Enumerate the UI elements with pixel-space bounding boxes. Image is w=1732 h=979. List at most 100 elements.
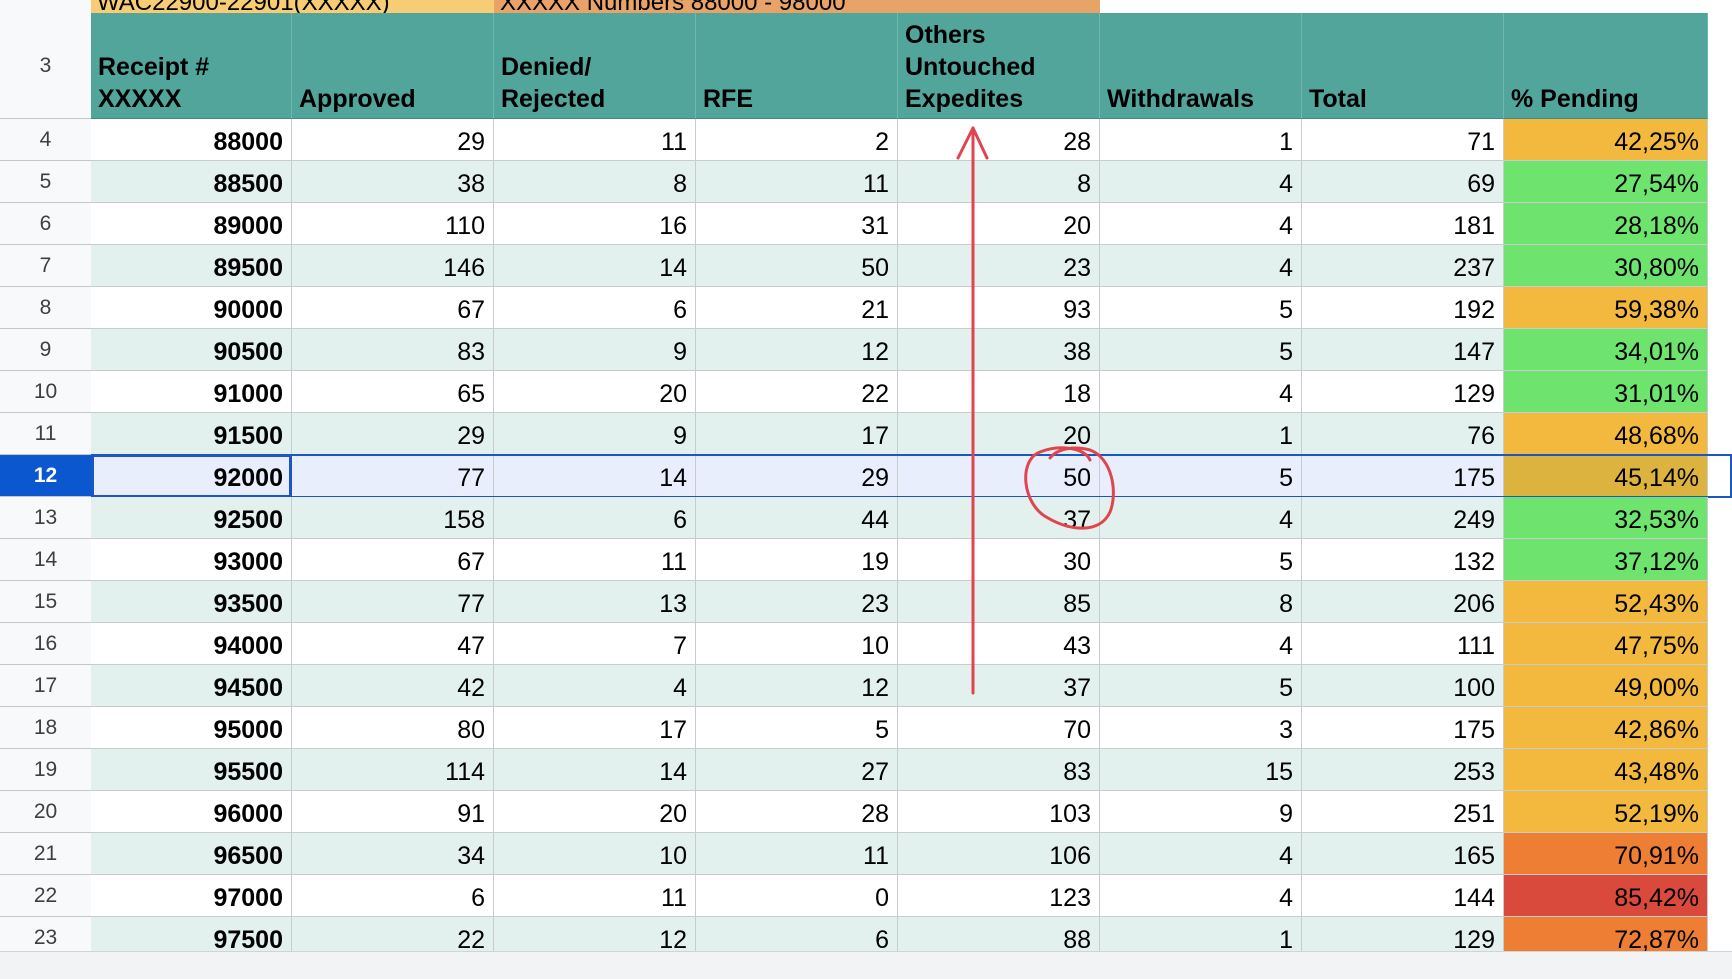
denied-cell[interactable]: 9	[494, 329, 696, 371]
header-pending[interactable]: % Pending	[1504, 13, 1708, 119]
withdrawals-cell[interactable]: 5	[1100, 329, 1302, 371]
receipt-cell[interactable]: 94500	[91, 665, 292, 707]
rfe-cell[interactable]: 19	[696, 539, 898, 581]
denied-cell[interactable]: 10	[494, 833, 696, 875]
withdrawals-cell[interactable]: 1	[1100, 413, 1302, 455]
row-number[interactable]: 3	[0, 13, 91, 119]
denied-cell[interactable]: 20	[494, 791, 696, 833]
pending-cell[interactable]: 42,86%	[1504, 707, 1708, 749]
others-cell[interactable]: 83	[898, 749, 1100, 791]
total-cell[interactable]: 129	[1302, 371, 1504, 413]
others-cell[interactable]: 70	[898, 707, 1100, 749]
receipt-cell[interactable]: 93500	[91, 581, 292, 623]
receipt-cell[interactable]: 95500	[91, 749, 292, 791]
withdrawals-cell[interactable]: 4	[1100, 203, 1302, 245]
total-cell[interactable]: 111	[1302, 623, 1504, 665]
rfe-cell[interactable]: 5	[696, 707, 898, 749]
row-number[interactable]: 14	[0, 539, 91, 581]
denied-cell[interactable]: 9	[494, 413, 696, 455]
pending-cell[interactable]: 42,25%	[1504, 119, 1708, 161]
approved-cell[interactable]: 77	[292, 455, 494, 497]
pending-cell[interactable]: 27,54%	[1504, 161, 1708, 203]
row-number[interactable]: 10	[0, 371, 91, 413]
approved-cell[interactable]: 77	[292, 581, 494, 623]
receipt-cell[interactable]: 91000	[91, 371, 292, 413]
total-cell[interactable]: 175	[1302, 707, 1504, 749]
approved-cell[interactable]: 34	[292, 833, 494, 875]
total-cell[interactable]: 192	[1302, 287, 1504, 329]
rfe-cell[interactable]: 23	[696, 581, 898, 623]
approved-cell[interactable]: 29	[292, 119, 494, 161]
row-number[interactable]: 8	[0, 287, 91, 329]
row-number[interactable]: 16	[0, 623, 91, 665]
pending-cell[interactable]: 37,12%	[1504, 539, 1708, 581]
others-cell[interactable]: 50	[898, 455, 1100, 497]
rfe-cell[interactable]: 44	[696, 497, 898, 539]
others-cell[interactable]: 20	[898, 413, 1100, 455]
total-cell[interactable]: 71	[1302, 119, 1504, 161]
approved-cell[interactable]: 83	[292, 329, 494, 371]
pending-cell[interactable]: 47,75%	[1504, 623, 1708, 665]
withdrawals-cell[interactable]: 9	[1100, 791, 1302, 833]
rfe-cell[interactable]: 29	[696, 455, 898, 497]
denied-cell[interactable]: 20	[494, 371, 696, 413]
denied-cell[interactable]: 14	[494, 455, 696, 497]
withdrawals-cell[interactable]: 5	[1100, 539, 1302, 581]
rfe-cell[interactable]: 11	[696, 161, 898, 203]
receipt-cell[interactable]: 91500	[91, 413, 292, 455]
denied-cell[interactable]: 13	[494, 581, 696, 623]
receipt-cell[interactable]: 89000	[91, 203, 292, 245]
receipt-cell[interactable]: 97000	[91, 875, 292, 917]
withdrawals-cell[interactable]: 4	[1100, 161, 1302, 203]
withdrawals-cell[interactable]: 8	[1100, 581, 1302, 623]
pending-cell[interactable]: 30,80%	[1504, 245, 1708, 287]
pending-cell[interactable]: 52,19%	[1504, 791, 1708, 833]
receipt-cell[interactable]: 95000	[91, 707, 292, 749]
approved-cell[interactable]: 67	[292, 287, 494, 329]
withdrawals-cell[interactable]: 4	[1100, 245, 1302, 287]
withdrawals-cell[interactable]: 4	[1100, 497, 1302, 539]
denied-cell[interactable]: 14	[494, 749, 696, 791]
others-cell[interactable]: 18	[898, 371, 1100, 413]
others-cell[interactable]: 93	[898, 287, 1100, 329]
header-rfe[interactable]: RFE	[696, 13, 898, 119]
others-cell[interactable]: 8	[898, 161, 1100, 203]
approved-cell[interactable]: 80	[292, 707, 494, 749]
header-withdrawals[interactable]: Withdrawals	[1100, 13, 1302, 119]
denied-cell[interactable]: 11	[494, 119, 696, 161]
row-number[interactable]: 5	[0, 161, 91, 203]
rfe-cell[interactable]: 50	[696, 245, 898, 287]
row-number[interactable]: 6	[0, 203, 91, 245]
others-cell[interactable]: 43	[898, 623, 1100, 665]
withdrawals-cell[interactable]: 5	[1100, 287, 1302, 329]
total-cell[interactable]: 251	[1302, 791, 1504, 833]
total-cell[interactable]: 253	[1302, 749, 1504, 791]
receipt-cell[interactable]: 96000	[91, 791, 292, 833]
denied-cell[interactable]: 6	[494, 497, 696, 539]
withdrawals-cell[interactable]: 1	[1100, 119, 1302, 161]
receipt-cell[interactable]: 90500	[91, 329, 292, 371]
others-cell[interactable]: 123	[898, 875, 1100, 917]
pending-cell[interactable]: 43,48%	[1504, 749, 1708, 791]
receipt-cell[interactable]: 92500	[91, 497, 292, 539]
denied-cell[interactable]: 7	[494, 623, 696, 665]
total-cell[interactable]: 181	[1302, 203, 1504, 245]
withdrawals-cell[interactable]: 4	[1100, 833, 1302, 875]
total-cell[interactable]: 100	[1302, 665, 1504, 707]
pending-cell[interactable]: 45,14%	[1504, 455, 1708, 497]
total-cell[interactable]: 249	[1302, 497, 1504, 539]
rfe-cell[interactable]: 11	[696, 833, 898, 875]
denied-cell[interactable]: 4	[494, 665, 696, 707]
pending-cell[interactable]: 85,42%	[1504, 875, 1708, 917]
pending-cell[interactable]: 31,01%	[1504, 371, 1708, 413]
row-number[interactable]: 11	[0, 413, 91, 455]
row-number[interactable]: 17	[0, 665, 91, 707]
others-cell[interactable]: 23	[898, 245, 1100, 287]
header-approved[interactable]: Approved	[292, 13, 494, 119]
receipt-cell[interactable]: 88000	[91, 119, 292, 161]
total-cell[interactable]: 147	[1302, 329, 1504, 371]
rfe-cell[interactable]: 12	[696, 665, 898, 707]
row-number[interactable]: 18	[0, 707, 91, 749]
approved-cell[interactable]: 158	[292, 497, 494, 539]
pending-cell[interactable]: 49,00%	[1504, 665, 1708, 707]
